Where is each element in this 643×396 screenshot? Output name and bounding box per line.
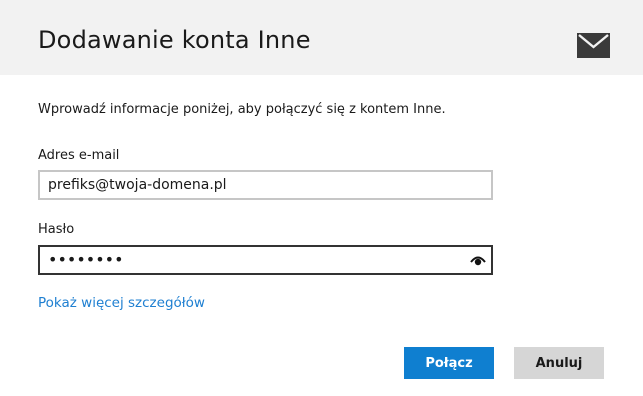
- dialog-title: Dodawanie konta Inne: [38, 26, 311, 54]
- dialog-header: Dodawanie konta Inne: [0, 0, 643, 75]
- email-field[interactable]: prefiks@twoja-domena.pl: [38, 170, 493, 200]
- add-account-dialog: Dodawanie konta Inne Wprowadź informacje…: [0, 0, 643, 396]
- show-more-details-link[interactable]: Pokaż więcej szczegółów: [38, 295, 205, 311]
- email-label: Adres e-mail: [38, 148, 120, 163]
- mail-icon: [577, 33, 610, 58]
- cancel-button[interactable]: Anuluj: [514, 347, 604, 379]
- password-field[interactable]: ••••••••: [38, 245, 493, 275]
- connect-button[interactable]: Połącz: [404, 347, 494, 379]
- intro-text: Wprowadź informacje poniżej, aby połączy…: [38, 102, 446, 117]
- password-label: Hasło: [38, 222, 75, 237]
- eye-icon[interactable]: [470, 254, 486, 266]
